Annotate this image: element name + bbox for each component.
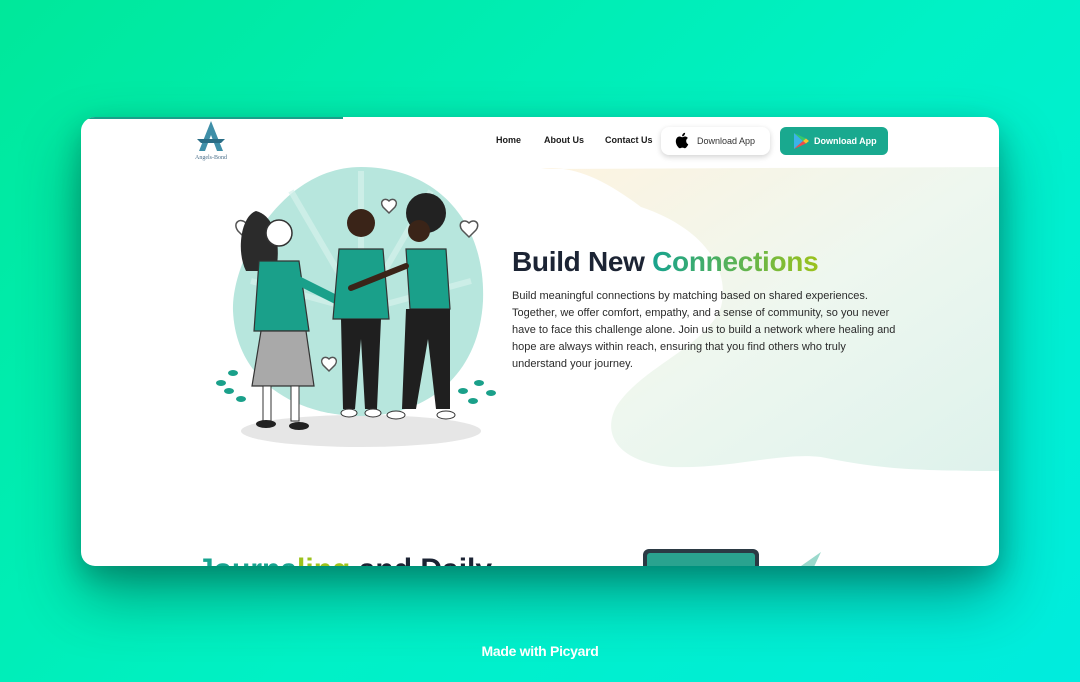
hero-title-accent: Connections <box>652 246 819 277</box>
journaling-section-heading: Journaling and Daily <box>197 553 492 566</box>
nav-home-link[interactable]: Home <box>496 135 521 145</box>
hero-title-main: Build New <box>512 246 653 277</box>
app-window: Angels-Bond Home About Us Contact Us Dow… <box>81 117 999 566</box>
google-play-icon <box>794 133 809 149</box>
download-app-store-button[interactable]: Download App <box>661 127 770 155</box>
phone-mockup-image <box>643 549 821 566</box>
download-play-store-label: Download App <box>814 136 877 146</box>
heading-part-lime: ling <box>297 553 350 566</box>
hero-title: Build New Connections <box>512 246 819 278</box>
hero-description: Build meaningful connections by matching… <box>512 290 896 370</box>
heading-part-dark: and Daily <box>350 553 492 566</box>
nav-about-link[interactable]: About Us <box>544 135 584 145</box>
nav-contact-link[interactable]: Contact Us <box>605 135 653 145</box>
brand-logo[interactable]: Angels-Bond <box>191 119 231 165</box>
download-app-store-label: Download App <box>697 136 756 146</box>
paper-plane-icon <box>801 552 821 566</box>
people-connecting-illustration <box>216 167 496 447</box>
angel-logo-icon <box>197 121 225 151</box>
download-play-store-button[interactable]: Download App <box>780 127 888 155</box>
watermark-text: Made with Picyard <box>481 643 599 659</box>
apple-icon <box>675 132 689 149</box>
heading-part-teal: Journa <box>197 553 297 566</box>
